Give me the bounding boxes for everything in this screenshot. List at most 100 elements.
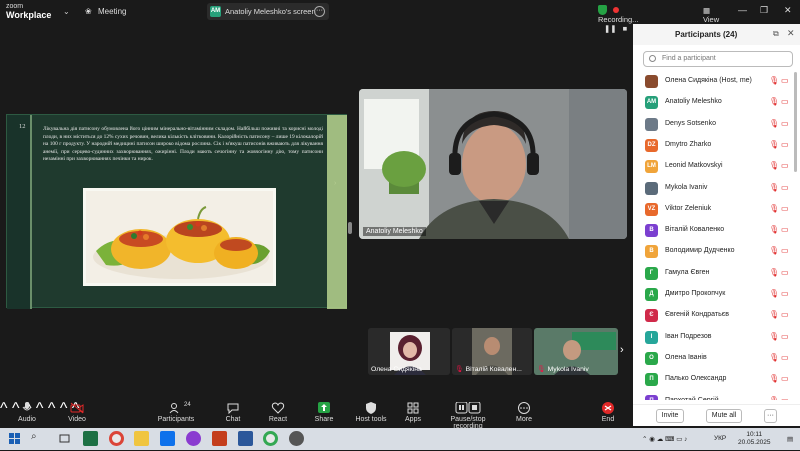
- mic-muted-icon[interactable]: 🎙: [769, 396, 779, 401]
- participant-row[interactable]: П Пархотай Сергій 🎙▭: [633, 392, 800, 401]
- participant-row[interactable]: Г Гамула Євген 🎙 ▭: [633, 264, 800, 285]
- participant-row[interactable]: VZ Viktor Zeleniuk 🎙 ▭: [633, 200, 800, 221]
- participant-row[interactable]: Олена Сидякіна (Host, me) 🎙 ▭: [633, 72, 800, 93]
- participant-row[interactable]: Mykola Ivaniv 🎙 ▭: [633, 179, 800, 200]
- participant-row[interactable]: LM Leonid Matkovskyi 🎙 ▭: [633, 157, 800, 178]
- restore-icon[interactable]: ❐: [760, 5, 768, 16]
- meeting-info[interactable]: ❀ Meeting: [85, 7, 126, 16]
- video-off-icon[interactable]: ▭: [781, 97, 789, 106]
- pause-icon[interactable]: ❚❚: [604, 24, 617, 33]
- video-off-icon[interactable]: ▭: [781, 396, 789, 401]
- video-off-icon[interactable]: ▭: [781, 161, 789, 170]
- shared-screen-indicator[interactable]: AM Anatoliy Meleshko's screen ···: [207, 3, 329, 20]
- active-speaker-video[interactable]: Anatoliy Meleshko: [359, 89, 627, 239]
- thumbnail[interactable]: Олена Сидякіна: [368, 328, 450, 375]
- participant-row[interactable]: AM Anatoliy Meleshko 🎙 ▭: [633, 93, 800, 114]
- video-off-icon[interactable]: ▭: [781, 332, 789, 341]
- popout-icon[interactable]: ⧉: [773, 29, 779, 39]
- video-off-icon[interactable]: ▭: [781, 119, 789, 128]
- invite-button[interactable]: Invite: [656, 409, 684, 423]
- host-tools-button[interactable]: Host tools: [355, 402, 387, 423]
- video-off-icon[interactable]: ▭: [781, 140, 789, 149]
- search-icon[interactable]: ⌕: [31, 431, 46, 446]
- close-icon[interactable]: ✕: [784, 5, 792, 16]
- participant-row[interactable]: І Іван Подрезов 🎙 ▭: [633, 328, 800, 349]
- video-off-icon[interactable]: ▭: [781, 204, 789, 213]
- mic-muted-icon[interactable]: 🎙: [769, 289, 779, 298]
- mic-muted-icon[interactable]: 🎙: [769, 268, 779, 277]
- panel-scrollbar[interactable]: [794, 72, 797, 172]
- video-off-icon[interactable]: ▭: [781, 76, 789, 85]
- mic-muted-icon[interactable]: 🎙: [769, 353, 779, 362]
- mic-muted-icon[interactable]: 🎙: [769, 140, 779, 149]
- mic-muted-icon[interactable]: 🎙: [769, 374, 779, 383]
- mic-muted-icon[interactable]: 🎙: [769, 119, 779, 128]
- participant-row[interactable]: В Володимир Дудченко 🎙 ▭: [633, 242, 800, 263]
- mic-muted-icon[interactable]: 🎙: [769, 161, 779, 170]
- more-button[interactable]: More: [514, 402, 534, 423]
- excel-icon[interactable]: [83, 431, 98, 446]
- more-options-icon[interactable]: ···: [314, 6, 325, 17]
- share-button[interactable]: Share: [313, 402, 335, 423]
- splitter-handle[interactable]: [348, 222, 352, 234]
- thumbnail[interactable]: 🎙 Mykola Ivaniv: [534, 328, 618, 375]
- audio-button[interactable]: Audio: [14, 402, 40, 423]
- chrome-icon[interactable]: [263, 431, 278, 446]
- word-icon[interactable]: [238, 431, 253, 446]
- tray-icons[interactable]: ⌃ ◉ ☁ ⌨ ▭ ♪: [642, 435, 687, 443]
- mic-muted-icon[interactable]: 🎙: [769, 246, 779, 255]
- end-button[interactable]: End: [598, 402, 618, 423]
- view-button[interactable]: ▦ View: [703, 6, 719, 24]
- clock[interactable]: 10:11 20.05.2025: [738, 431, 771, 447]
- pause-stop-recording-button[interactable]: Pause/stop recording: [437, 401, 499, 430]
- chat-button[interactable]: Chat: [222, 402, 244, 423]
- windows-start-icon[interactable]: [7, 431, 22, 446]
- participant-search-input[interactable]: Find a participant: [643, 51, 793, 67]
- zoom-logo[interactable]: zoom Workplace: [6, 3, 51, 20]
- next-page-icon[interactable]: ›: [620, 344, 624, 356]
- more-icon[interactable]: ···: [764, 409, 777, 423]
- participant-row[interactable]: Д Дмитро Прокопчук 🎙 ▭: [633, 285, 800, 306]
- app-icon[interactable]: [289, 431, 304, 446]
- notification-icon[interactable]: ▤: [787, 435, 793, 443]
- mic-muted-icon[interactable]: 🎙: [769, 332, 779, 341]
- mic-muted-icon[interactable]: 🎙: [769, 183, 779, 192]
- video-off-icon[interactable]: ▭: [781, 374, 789, 383]
- video-off-icon[interactable]: ▭: [781, 353, 789, 362]
- mic-muted-icon[interactable]: 🎙: [769, 204, 779, 213]
- chevron-down-icon[interactable]: ⌄: [63, 7, 70, 16]
- video-off-icon[interactable]: ▭: [781, 183, 789, 192]
- video-button[interactable]: Video: [64, 402, 90, 423]
- apps-button[interactable]: Apps: [403, 402, 423, 423]
- mic-muted-icon[interactable]: 🎙: [769, 310, 779, 319]
- language-indicator[interactable]: УКР: [714, 435, 726, 442]
- video-off-icon[interactable]: ▭: [781, 310, 789, 319]
- video-off-icon[interactable]: ▭: [781, 268, 789, 277]
- file-explorer-icon[interactable]: [134, 431, 149, 446]
- participant-row[interactable]: DZ Dmytro Zharko 🎙 ▭: [633, 136, 800, 157]
- mic-muted-icon[interactable]: 🎙: [769, 76, 779, 85]
- mic-muted-icon[interactable]: 🎙: [769, 97, 779, 106]
- participant-row[interactable]: П Палько Олександр 🎙 ▭: [633, 370, 800, 391]
- thumbnail[interactable]: 🎙 Віталій Ковален...: [452, 328, 532, 375]
- close-panel-icon[interactable]: ✕: [787, 28, 795, 39]
- participant-row[interactable]: В Віталій Коваленко 🎙 ▭: [633, 221, 800, 242]
- chrome-icon[interactable]: [109, 431, 124, 446]
- powerpoint-icon[interactable]: [212, 431, 227, 446]
- video-off-icon[interactable]: ▭: [781, 246, 789, 255]
- participant-row[interactable]: Denys Sotsenko 🎙 ▭: [633, 115, 800, 136]
- video-off-icon[interactable]: ▭: [781, 289, 789, 298]
- stop-icon[interactable]: ■: [623, 24, 628, 33]
- mic-muted-icon[interactable]: 🎙: [769, 225, 779, 234]
- react-button[interactable]: React: [266, 402, 290, 423]
- zoom-app-icon[interactable]: [160, 431, 175, 446]
- participant-row[interactable]: Є Євгеній Кондратьєв 🎙 ▭: [633, 306, 800, 327]
- chevron-up-icon[interactable]: ^: [0, 400, 8, 417]
- video-off-icon[interactable]: ▭: [781, 225, 789, 234]
- participant-row[interactable]: О Олена Іванів 🎙 ▭: [633, 349, 800, 370]
- minimize-icon[interactable]: —: [738, 5, 747, 15]
- mute-all-button[interactable]: Mute all: [706, 409, 742, 423]
- viber-icon[interactable]: [186, 431, 201, 446]
- task-view-icon[interactable]: [57, 431, 72, 446]
- chevron-up-icon[interactable]: ^: [48, 400, 56, 417]
